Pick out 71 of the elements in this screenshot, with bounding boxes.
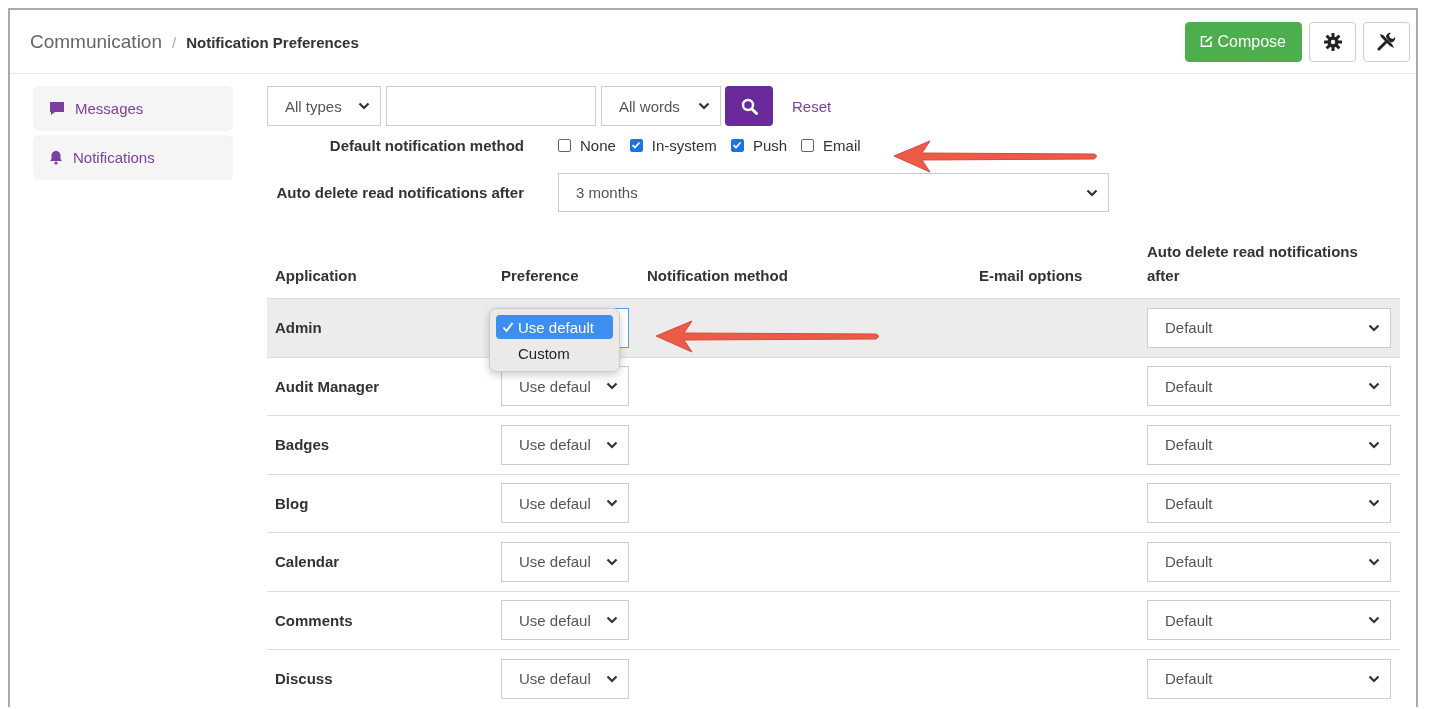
preference-select[interactable]: Use defaul	[501, 424, 629, 465]
settings-button[interactable]	[1309, 21, 1356, 62]
edit-icon	[1200, 33, 1213, 50]
column-header: E-mail options	[979, 266, 1084, 286]
auto-delete-select[interactable]: Default	[1147, 600, 1391, 641]
chevron-icon	[606, 440, 618, 449]
search-button[interactable]	[725, 86, 773, 126]
checkbox[interactable]	[629, 138, 643, 152]
chevron-icon	[698, 102, 710, 110]
chevron-icon	[606, 674, 618, 683]
chevron-icon	[1368, 382, 1380, 391]
chevron-icon	[1368, 440, 1380, 449]
chevron-icon	[1368, 323, 1380, 332]
field-label: Default notification method	[328, 136, 524, 154]
settings-icon	[1323, 32, 1342, 51]
wrench-screwdriver-icon	[1377, 32, 1396, 51]
preference-select[interactable]: Use defaul	[501, 658, 629, 699]
breadcrumb-current: Notification Preferences	[186, 33, 359, 51]
reset-link[interactable]: Reset	[792, 97, 832, 115]
chevron-icon	[606, 382, 618, 391]
chevron-icon	[606, 616, 618, 625]
checkbox-label: Push	[752, 136, 788, 154]
breadcrumb-link[interactable]: Communication	[30, 30, 162, 53]
match-select[interactable]: All words	[601, 86, 721, 126]
chevron-icon	[1368, 674, 1380, 683]
column-header: Application	[275, 266, 358, 286]
checkbox[interactable]	[558, 138, 571, 152]
application-name: Badges	[275, 436, 331, 454]
chevron-icon	[1368, 616, 1380, 625]
sidebar-item[interactable]: Notifications	[33, 135, 233, 180]
preference-select[interactable]: Use defaul	[501, 541, 629, 582]
auto-delete-select[interactable]: Default	[1147, 658, 1391, 699]
chevron-icon	[606, 557, 618, 566]
checkbox[interactable]	[801, 138, 815, 152]
column-header: Preference	[501, 266, 580, 286]
column-header: Notification method	[647, 266, 789, 286]
chat-bubble-icon	[49, 101, 65, 116]
application-name: Admin	[275, 319, 323, 337]
auto-delete-select[interactable]: 3 months	[558, 173, 1109, 212]
application-name: Calendar	[275, 553, 341, 571]
checkbox-label: Email	[823, 136, 861, 154]
breadcrumb-separator: /	[172, 33, 177, 51]
checkbox[interactable]	[730, 138, 744, 152]
checkbox-label: None	[580, 136, 616, 154]
preference-select[interactable]: Use defaul	[501, 600, 629, 641]
application-name: Discuss	[275, 670, 334, 688]
search-icon	[740, 97, 758, 115]
chevron-icon	[358, 102, 370, 110]
application-name: Comments	[275, 611, 354, 629]
chevron-icon	[1368, 499, 1380, 508]
check-icon	[502, 321, 514, 333]
sidebar-item[interactable]: Messages	[33, 86, 233, 131]
type-select[interactable]: All types	[267, 86, 381, 126]
checkbox-label: In-system	[651, 136, 717, 154]
field-label: Auto delete read notifications after	[275, 184, 524, 201]
preference-select[interactable]: Use defaul	[501, 483, 629, 524]
auto-delete-select[interactable]: Default	[1147, 483, 1391, 524]
search-field[interactable]	[386, 86, 596, 126]
tools-button[interactable]	[1363, 21, 1410, 62]
application-name: Blog	[275, 494, 310, 512]
dropdown-option[interactable]: Custom	[496, 341, 613, 365]
auto-delete-select[interactable]: Default	[1147, 541, 1391, 582]
bell-icon	[49, 150, 63, 165]
column-header: Auto delete read notifications after	[1147, 242, 1359, 286]
chevron-icon	[606, 499, 618, 508]
auto-delete-select[interactable]: Default	[1147, 366, 1391, 407]
chevron-icon	[1086, 188, 1098, 197]
chevron-icon	[1368, 557, 1380, 566]
auto-delete-select[interactable]: Default	[1147, 424, 1391, 465]
application-name: Audit Manager	[275, 377, 381, 395]
auto-delete-select[interactable]: Default	[1147, 307, 1391, 348]
